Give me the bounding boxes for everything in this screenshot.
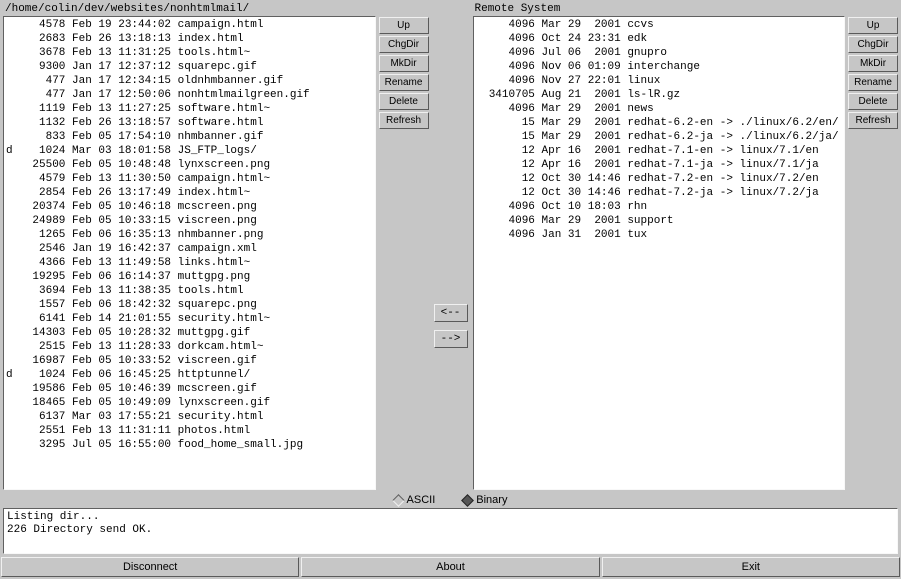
panels-area: /home/colin/dev/websites/nonhtmlmail/ 45…: [0, 0, 901, 490]
local-body: 4578 Feb 19 23:44:02 campaign.html 2683 …: [3, 16, 429, 490]
transfer-left-button[interactable]: <--: [434, 304, 468, 322]
local-button-column: Up ChgDir MkDir Rename Delete Refresh: [379, 16, 429, 490]
local-path: /home/colin/dev/websites/nonhtmlmail/: [3, 2, 429, 16]
local-mkdir-button[interactable]: MkDir: [379, 55, 429, 72]
exit-button[interactable]: Exit: [602, 557, 900, 577]
remote-rename-button[interactable]: Rename: [848, 74, 898, 91]
diamond-icon: [392, 494, 405, 507]
binary-label: Binary: [476, 494, 507, 506]
local-rename-button[interactable]: Rename: [379, 74, 429, 91]
local-file-listing[interactable]: 4578 Feb 19 23:44:02 campaign.html 2683 …: [3, 16, 376, 490]
remote-up-button[interactable]: Up: [848, 17, 898, 34]
local-chgdir-button[interactable]: ChgDir: [379, 36, 429, 53]
remote-chgdir-button[interactable]: ChgDir: [848, 36, 898, 53]
local-panel: /home/colin/dev/websites/nonhtmlmail/ 45…: [3, 2, 429, 490]
ftp-client-window: /home/colin/dev/websites/nonhtmlmail/ 45…: [0, 0, 901, 579]
status-log[interactable]: Listing dir... 226 Directory send OK.: [3, 508, 898, 554]
remote-refresh-button[interactable]: Refresh: [848, 112, 898, 129]
about-button[interactable]: About: [301, 557, 599, 577]
remote-body: 4096 Mar 29 2001 ccvs 4096 Oct 24 23:31 …: [473, 16, 899, 490]
log-area: Listing dir... 226 Directory send OK.: [0, 508, 901, 557]
remote-mkdir-button[interactable]: MkDir: [848, 55, 898, 72]
remote-button-column: Up ChgDir MkDir Rename Delete Refresh: [848, 16, 898, 490]
transfer-right-button[interactable]: -->: [434, 330, 468, 348]
remote-title: Remote System: [473, 2, 899, 16]
local-up-button[interactable]: Up: [379, 17, 429, 34]
local-refresh-button[interactable]: Refresh: [379, 112, 429, 129]
remote-delete-button[interactable]: Delete: [848, 93, 898, 110]
ascii-radio[interactable]: ASCII: [394, 494, 436, 506]
transfer-column: <-- -->: [431, 2, 471, 490]
diamond-icon: [461, 494, 474, 507]
bottom-button-bar: Disconnect About Exit: [0, 557, 901, 579]
local-delete-button[interactable]: Delete: [379, 93, 429, 110]
transfer-mode-row: ASCII Binary: [0, 490, 901, 508]
remote-file-listing[interactable]: 4096 Mar 29 2001 ccvs 4096 Oct 24 23:31 …: [473, 16, 846, 490]
ascii-label: ASCII: [407, 494, 436, 506]
binary-radio[interactable]: Binary: [463, 494, 507, 506]
remote-panel: Remote System 4096 Mar 29 2001 ccvs 4096…: [473, 2, 899, 490]
disconnect-button[interactable]: Disconnect: [1, 557, 299, 577]
